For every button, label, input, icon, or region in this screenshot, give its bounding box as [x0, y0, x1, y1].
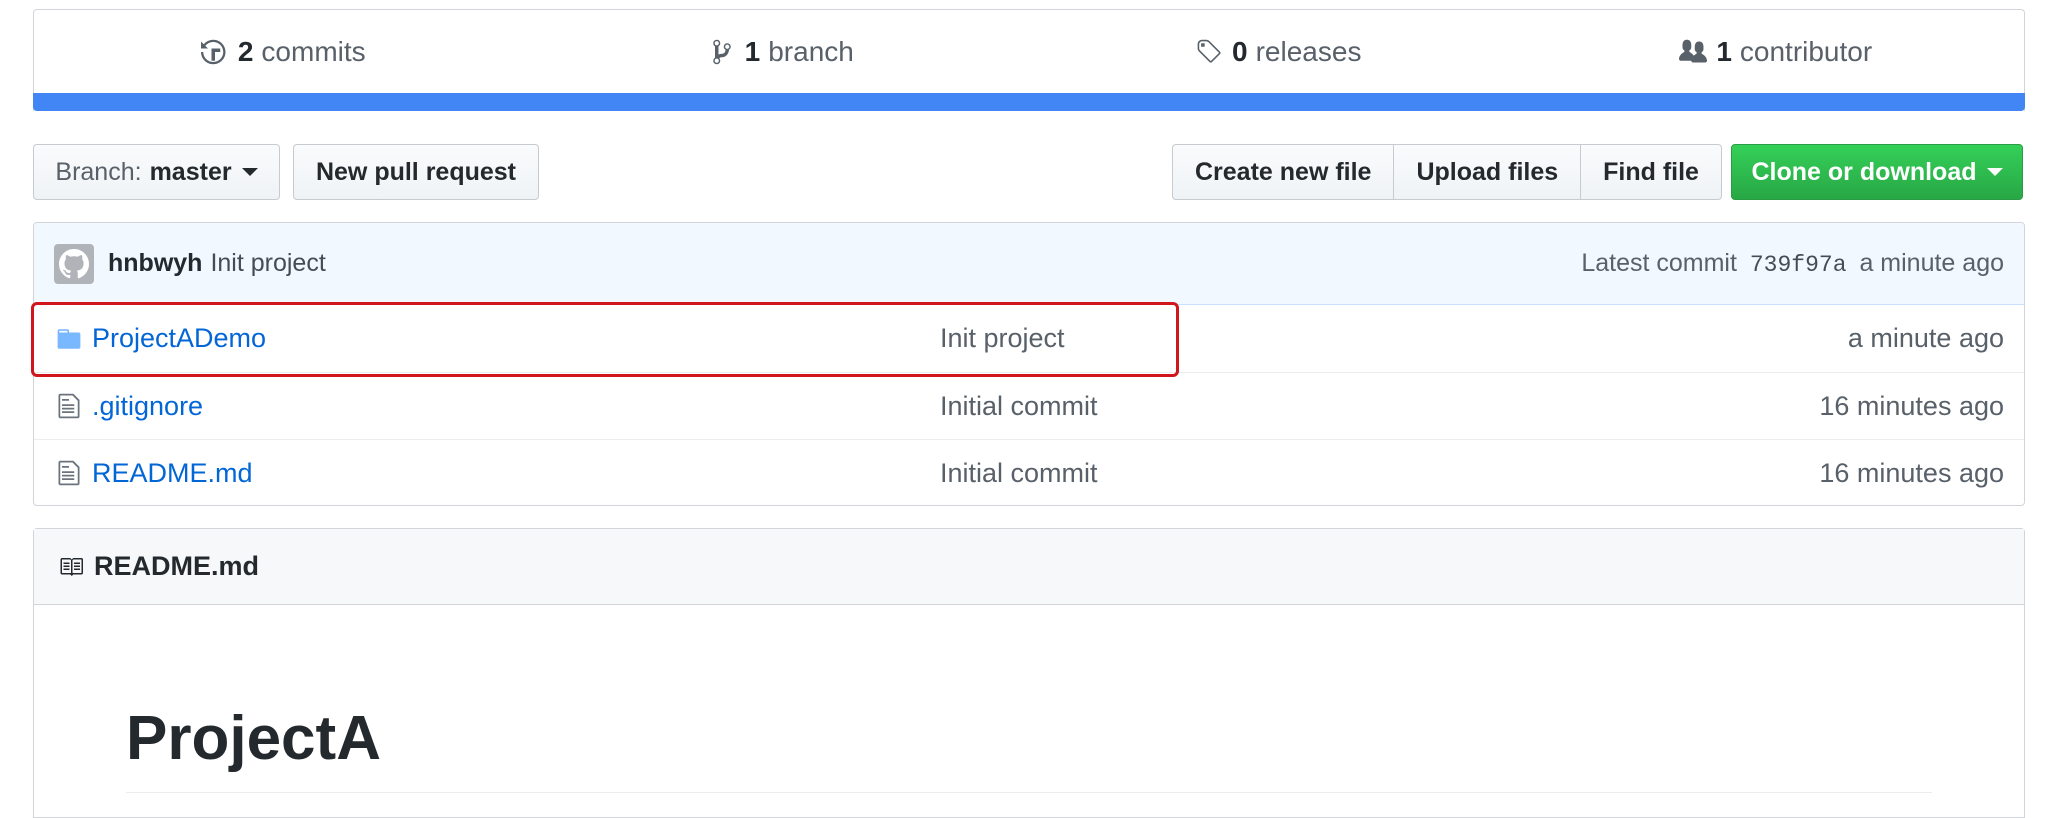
create-new-file-button[interactable]: Create new file [1172, 144, 1395, 200]
contributors-link[interactable]: 1 contributor [1527, 10, 2025, 94]
contributors-label: contributor [1739, 36, 1873, 67]
file-commit-message-link[interactable]: Initial commit [940, 391, 1098, 422]
find-file-button[interactable]: Find file [1580, 144, 1722, 200]
file-age: 16 minutes ago [1819, 390, 2004, 421]
readme-header: README.md [34, 529, 2024, 605]
file-text-icon [54, 391, 84, 421]
branches-label: branch [768, 36, 854, 67]
contributors-count: 1 [1716, 36, 1732, 67]
file-row-gitignore: .gitignore Initial commit 16 minutes ago [34, 372, 2024, 439]
branch-prefix: Branch: [55, 157, 142, 186]
commits-link[interactable]: 2 commits [34, 10, 532, 94]
latest-commit-bar: hnbwyh Init project Latest commit 739f97… [34, 223, 2024, 305]
file-link[interactable]: .gitignore [92, 391, 940, 422]
releases-label: releases [1255, 36, 1362, 67]
language-bar[interactable] [33, 93, 2025, 111]
file-link[interactable]: ProjectADemo [92, 323, 940, 354]
commits-count: 2 [237, 36, 254, 67]
releases-link[interactable]: 0 releases [1029, 10, 1527, 94]
readme-filename: README.md [94, 551, 260, 581]
commit-author-link[interactable]: hnbwyh [108, 249, 202, 278]
caret-down-icon [1986, 168, 2003, 176]
file-age: 16 minutes ago [1819, 457, 2004, 488]
file-row-projectademo: ProjectADemo Init project a minute ago [34, 305, 2024, 372]
tag-icon [1194, 37, 1224, 67]
branches-count: 1 [744, 36, 761, 67]
latest-commit-info: Latest commit 739f97a a minute ago [1581, 249, 2004, 278]
folder-icon [54, 324, 84, 354]
branch-name: master [149, 157, 232, 186]
file-commit-message-link[interactable]: Init project [940, 323, 1065, 354]
readme-panel: README.md ProjectA [33, 528, 2025, 818]
clone-or-download-button[interactable]: Clone or download [1731, 144, 2023, 200]
history-icon [200, 37, 230, 67]
caret-down-icon [241, 168, 258, 176]
file-row-readme: README.md Initial commit 16 minutes ago [34, 439, 2024, 505]
latest-commit-age: a minute ago [1859, 249, 2004, 277]
file-actions-group: Create new file Upload files Find file [1172, 144, 1722, 200]
people-icon [1678, 37, 1708, 67]
book-icon [56, 552, 86, 582]
upload-files-button[interactable]: Upload files [1393, 144, 1582, 200]
new-pull-request-button[interactable]: New pull request [293, 144, 539, 200]
file-commit-message-link[interactable]: Initial commit [940, 458, 1098, 489]
file-link[interactable]: README.md [92, 458, 940, 489]
avatar[interactable] [54, 243, 94, 284]
latest-commit-prefix: Latest commit [1581, 249, 1737, 277]
clone-label: Clone or download [1751, 157, 1977, 186]
file-age: a minute ago [1847, 323, 2004, 353]
commit-sha-link[interactable]: 739f97a [1750, 252, 1847, 278]
releases-count: 0 [1232, 36, 1248, 67]
file-text-icon [54, 458, 84, 488]
readme-body: ProjectA [34, 703, 2024, 793]
branches-link[interactable]: 1 branch [532, 10, 1030, 94]
commits-label: commits [261, 36, 366, 67]
readme-heading: ProjectA [126, 703, 1932, 793]
branch-select-button[interactable]: Branch: master [33, 144, 280, 200]
file-navigation-table: hnbwyh Init project Latest commit 739f97… [33, 222, 2025, 506]
git-branch-icon [707, 37, 737, 67]
commit-message-link[interactable]: Init project [210, 249, 325, 278]
